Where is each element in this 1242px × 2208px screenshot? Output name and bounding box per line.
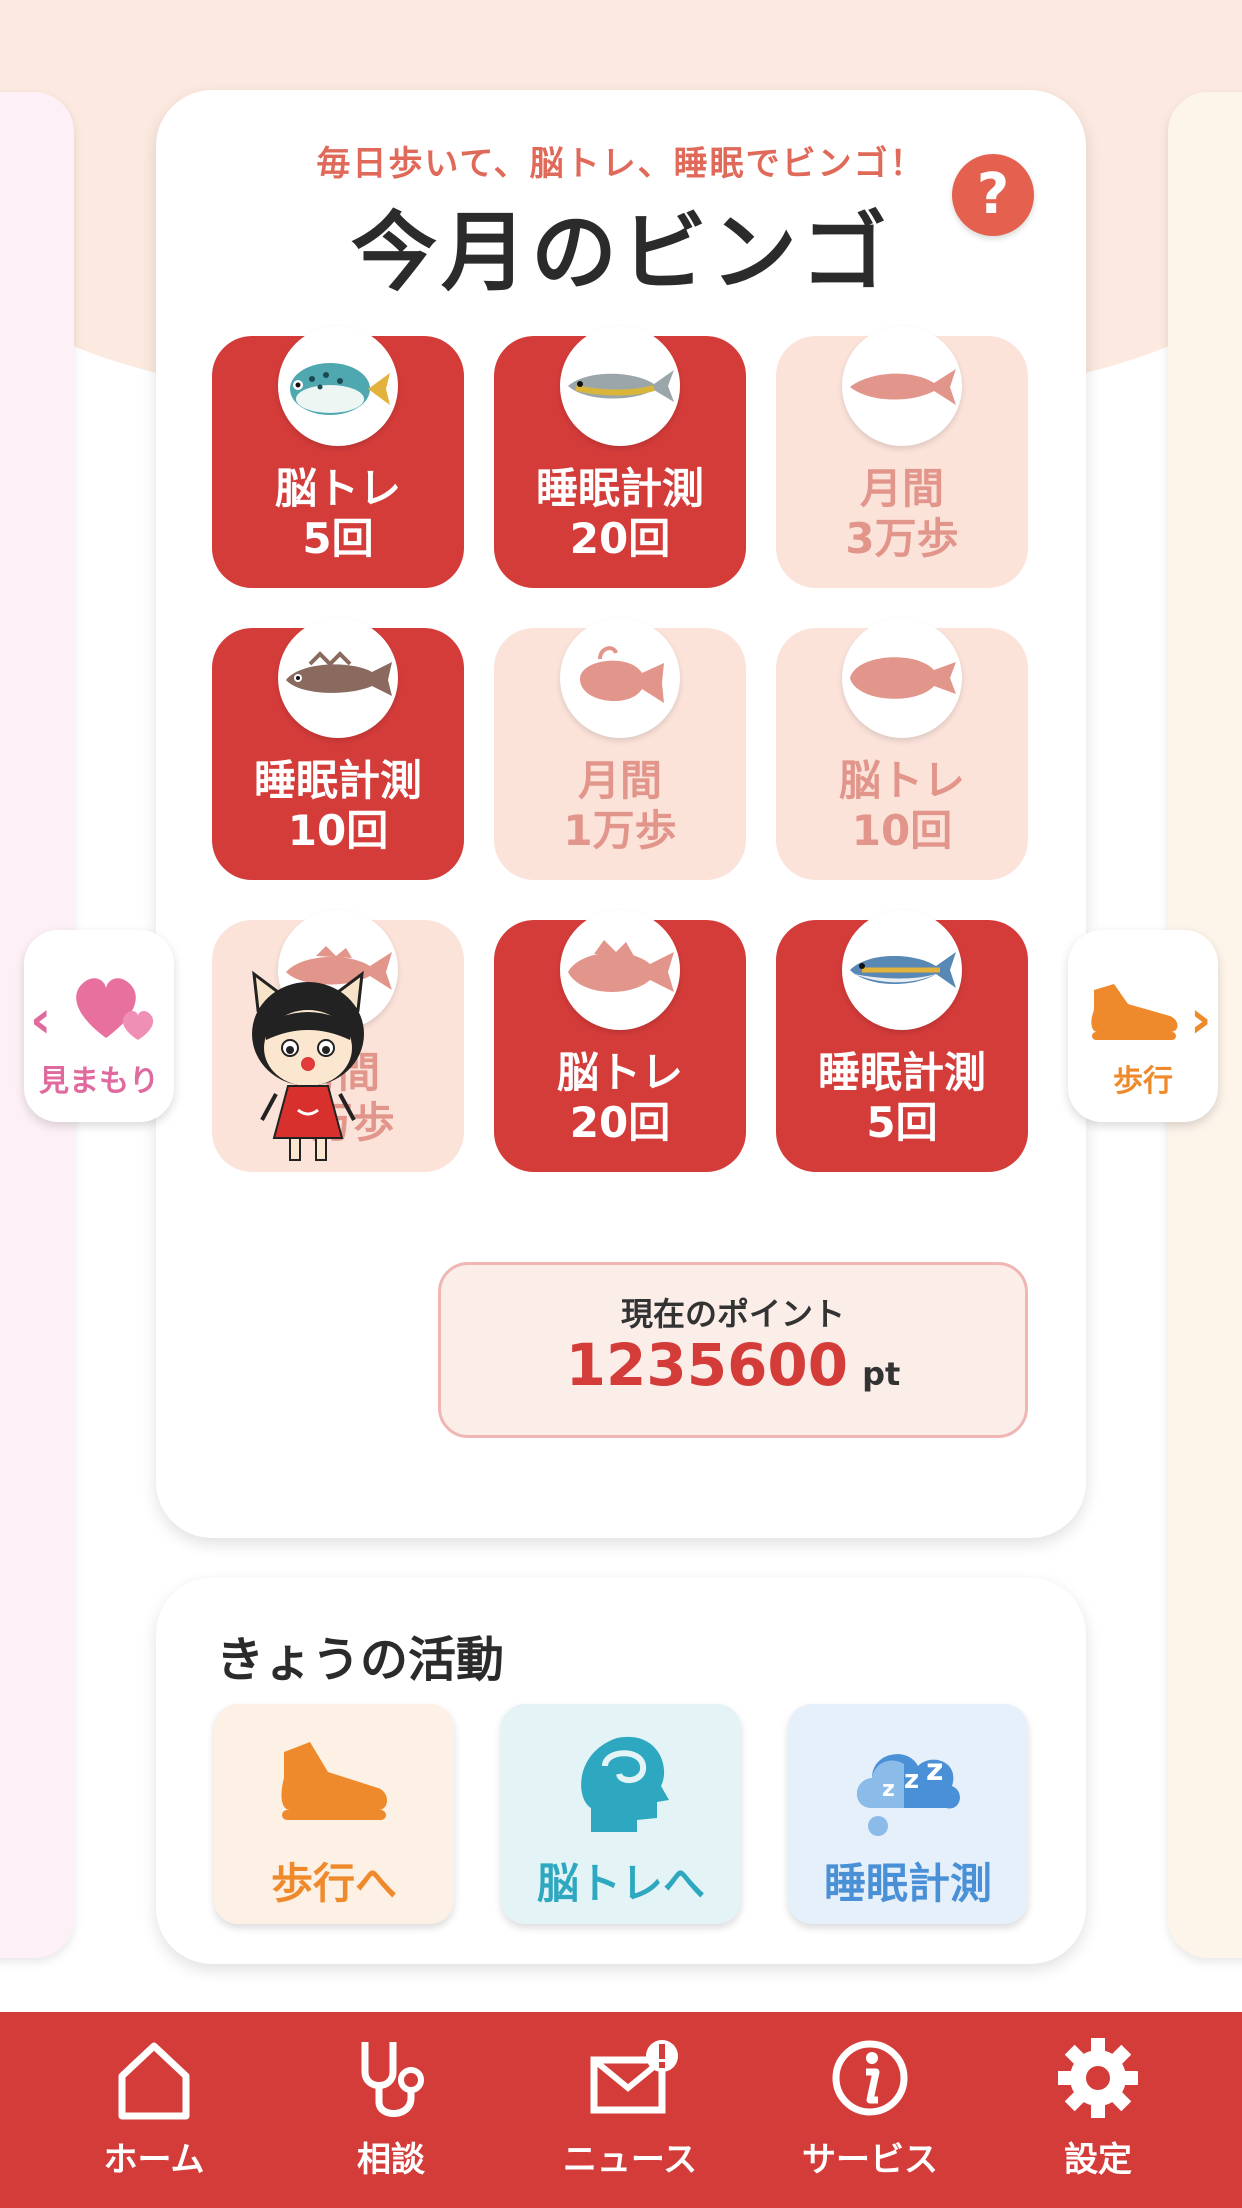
info-icon bbox=[830, 2036, 910, 2122]
bingo-tile[interactable]: 睡眠計測 5回 bbox=[776, 910, 1028, 1172]
sleep-cloud-icon: z z z bbox=[848, 1722, 968, 1842]
bingo-tile[interactable]: 脳トレ 5回 bbox=[212, 326, 464, 588]
hearts-icon bbox=[70, 966, 160, 1050]
nav-next-walk-button[interactable]: › 歩行 bbox=[1068, 930, 1218, 1122]
stethoscope-icon bbox=[351, 2036, 431, 2122]
chevron-right-icon: › bbox=[1190, 990, 1212, 1050]
bingo-tile[interactable]: 月間 3万歩 bbox=[776, 326, 1028, 588]
mascot-character bbox=[228, 970, 388, 1170]
tile-label: 脳トレ bbox=[556, 1048, 683, 1097]
nav-prev-watch-button[interactable]: ‹ 見まもり bbox=[24, 930, 174, 1122]
anglerfish-silhouette-icon bbox=[560, 618, 680, 738]
bingo-subtitle: 毎日歩いて、脳トレ、睡眠でビンゴ！ bbox=[316, 144, 926, 184]
bingo-tile[interactable]: 睡眠計測 10回 bbox=[212, 618, 464, 880]
chevron-left-icon: ‹ bbox=[30, 990, 52, 1050]
tile-count: 5回 bbox=[302, 514, 374, 563]
nav-news[interactable]: ニュース bbox=[530, 2036, 730, 2196]
brain-head-icon bbox=[561, 1722, 681, 1842]
activity-card: きょうの活動 歩行へ 脳トレへ z z z 睡眠計測 bbox=[156, 1578, 1086, 1964]
tile-label: 月間 bbox=[577, 756, 662, 805]
svg-text:z: z bbox=[882, 1777, 895, 1802]
bingo-tile[interactable]: 睡眠計測 20回 bbox=[494, 326, 746, 588]
points-label: 現在のポイント bbox=[620, 1295, 845, 1333]
home-icon bbox=[114, 2036, 194, 2122]
sleep-measure-label: 睡眠計測 bbox=[823, 1859, 992, 1908]
help-button[interactable]: ? bbox=[952, 154, 1034, 236]
nav-service[interactable]: サービス bbox=[770, 2036, 970, 2196]
nav-consult[interactable]: 相談 bbox=[291, 2036, 491, 2196]
nav-home-label: ホーム bbox=[103, 2140, 205, 2180]
tile-label: 脳トレ bbox=[274, 464, 401, 513]
pufferfish-icon bbox=[278, 326, 398, 446]
points-value: 1235600 bbox=[565, 1331, 849, 1399]
mail-alert-icon bbox=[590, 2036, 678, 2122]
nav-settings[interactable]: 設定 bbox=[998, 2036, 1198, 2196]
gear-icon bbox=[1058, 2036, 1138, 2122]
tile-label: 睡眠計測 bbox=[817, 1048, 986, 1097]
tile-count: 1万歩 bbox=[563, 806, 677, 855]
bingo-tile[interactable]: 月間 1万歩 bbox=[494, 618, 746, 880]
nav-consult-label: 相談 bbox=[357, 2140, 425, 2180]
fish-silhouette-icon bbox=[842, 326, 962, 446]
points-panel: 現在のポイント 1235600 pt bbox=[438, 1262, 1028, 1438]
walk-button[interactable]: 歩行へ bbox=[214, 1704, 454, 1924]
fish-icon bbox=[842, 910, 962, 1030]
flatfish-silhouette-icon bbox=[842, 618, 962, 738]
tile-count: 10回 bbox=[287, 806, 389, 855]
nav-prev-label: 見まもり bbox=[39, 1064, 159, 1099]
tile-count: 10回 bbox=[851, 806, 953, 855]
tile-count: 20回 bbox=[569, 1098, 671, 1147]
bingo-card: 毎日歩いて、脳トレ、睡眠でビンゴ！ 今月のビンゴ ? 脳トレ 5回 睡眠計測 2… bbox=[156, 90, 1086, 1538]
brain-training-label: 脳トレへ bbox=[536, 1859, 705, 1908]
svg-text:z: z bbox=[926, 1753, 943, 1788]
bingo-tile[interactable]: 脳トレ 20回 bbox=[494, 910, 746, 1172]
tile-count: 3万歩 bbox=[845, 514, 959, 563]
sneaker-icon bbox=[1084, 970, 1184, 1050]
tile-label: 睡眠計測 bbox=[253, 756, 422, 805]
nav-home[interactable]: ホーム bbox=[54, 2036, 254, 2196]
brain-training-button[interactable]: 脳トレへ bbox=[501, 1704, 741, 1924]
points-unit: pt bbox=[862, 1355, 901, 1393]
tile-label: 脳トレ bbox=[838, 756, 965, 805]
activity-title: きょうの活動 bbox=[216, 1632, 505, 1688]
walk-button-label: 歩行へ bbox=[270, 1859, 397, 1908]
sleep-measure-button[interactable]: z z z 睡眠計測 bbox=[788, 1704, 1028, 1924]
tile-label: 月間 bbox=[859, 464, 944, 513]
bingo-tile[interactable]: 脳トレ 10回 bbox=[776, 618, 1028, 880]
nav-service-label: サービス bbox=[802, 2140, 938, 2180]
nav-next-label: 歩行 bbox=[1113, 1064, 1173, 1099]
fish-icon bbox=[278, 618, 398, 738]
page-title: 今月のビンゴ bbox=[351, 203, 891, 303]
tile-count: 5回 bbox=[866, 1098, 938, 1147]
fish-icon bbox=[560, 326, 680, 446]
svg-text:z: z bbox=[904, 1765, 919, 1795]
fish-silhouette-icon bbox=[560, 910, 680, 1030]
sneaker-icon bbox=[274, 1722, 394, 1842]
tile-label: 睡眠計測 bbox=[535, 464, 704, 513]
nav-news-label: ニュース bbox=[562, 2140, 698, 2180]
tile-count: 20回 bbox=[569, 514, 671, 563]
bottom-navigation: ホーム 相談 ニュース サービス 設定 bbox=[0, 2012, 1242, 2208]
nav-settings-label: 設定 bbox=[1064, 2140, 1132, 2180]
